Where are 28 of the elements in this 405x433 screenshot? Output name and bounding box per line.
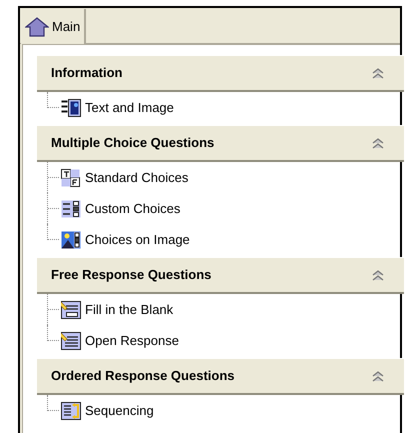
- collapse-icon[interactable]: [372, 370, 384, 382]
- house-icon: [25, 16, 49, 36]
- question-type-item[interactable]: Standard Choices: [61, 168, 188, 188]
- tf-choices-icon: [61, 168, 81, 186]
- collapse-icon[interactable]: [372, 270, 384, 280]
- fill-blank-icon: [61, 300, 81, 318]
- section-header[interactable]: Multiple Choice Questions: [37, 125, 404, 162]
- section-header[interactable]: Information: [37, 55, 404, 92]
- section-title: Free Response Questions: [51, 266, 212, 284]
- image-choices-icon: [61, 230, 81, 248]
- question-type-item[interactable]: Open Response: [61, 330, 179, 350]
- pencil-lines-icon: [61, 332, 81, 350]
- sequence-icon: [61, 402, 81, 420]
- question-type-item[interactable]: Sequencing: [61, 400, 154, 420]
- list-choices-icon: [61, 200, 81, 218]
- tab[interactable]: Main: [21, 9, 86, 44]
- collapse-icon[interactable]: [372, 68, 384, 78]
- question-type-item[interactable]: Text and Image: [61, 98, 174, 118]
- text-image-icon: [61, 98, 81, 116]
- collapse-icon[interactable]: [372, 138, 384, 148]
- section-header[interactable]: Ordered Response Questions: [37, 358, 404, 395]
- section-header[interactable]: Free Response Questions: [37, 257, 404, 294]
- section-title: Information: [51, 64, 122, 82]
- question-type-item[interactable]: Custom Choices: [61, 198, 180, 218]
- question-type-item[interactable]: Choices on Image: [61, 230, 190, 250]
- section-title: Multiple Choice Questions: [51, 134, 214, 152]
- question-type-item[interactable]: Fill in the Blank: [61, 300, 174, 320]
- section-title: Ordered Response Questions: [51, 367, 234, 386]
